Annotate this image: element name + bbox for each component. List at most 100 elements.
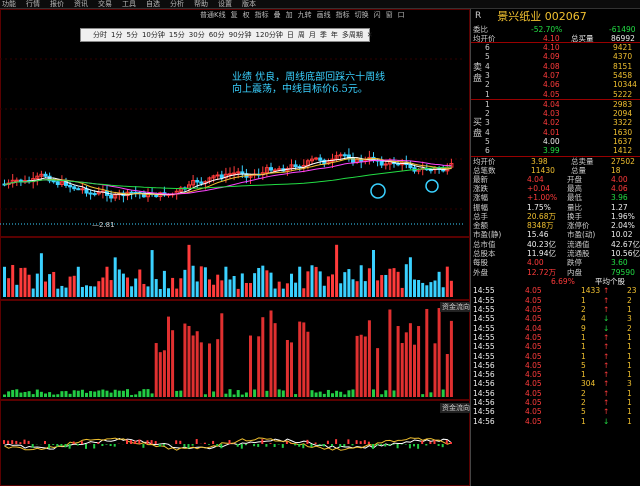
- indicator-bar: [208, 444, 210, 445]
- menu-item[interactable]: 资讯: [74, 0, 88, 8]
- menu-item[interactable]: 帮助: [194, 0, 208, 8]
- candle: [232, 172, 237, 175]
- label: 总量: [571, 165, 586, 175]
- indicator-bar: [380, 444, 383, 446]
- volume-bar: [72, 275, 76, 297]
- volume-bar: [80, 286, 84, 297]
- indicator-bar: [347, 390, 351, 397]
- ask-row: 1 4.05 5222: [471, 90, 640, 99]
- period-option[interactable]: 60分: [209, 30, 225, 40]
- indicator-bar: [433, 343, 437, 397]
- tick-row: 14:55 4.05 1 ↑ 2: [471, 296, 640, 305]
- volume-bar: [290, 273, 293, 297]
- period-selector[interactable]: 分时 1分 5分 10分钟 15分 30分 60分 90分钟 120分钟日周月季年多周期 ✕: [80, 28, 373, 42]
- menu-item[interactable]: 功能: [2, 0, 16, 8]
- indicator-bar: [404, 444, 407, 445]
- period-option[interactable]: 30分: [189, 30, 205, 40]
- period-option[interactable]: 周: [298, 30, 305, 40]
- candle: [72, 186, 77, 190]
- ask-price: 4.07: [543, 70, 560, 80]
- indicator1-title[interactable]: 资金流向: [440, 302, 472, 312]
- menu-item[interactable]: 工具: [122, 0, 136, 8]
- period-option[interactable]: 多周期: [342, 30, 363, 40]
- arrow-down-icon: ↓: [603, 314, 610, 324]
- value: 3.96: [611, 193, 628, 203]
- arrow-up-icon: ↑: [603, 342, 610, 352]
- indicator-bar: [355, 335, 359, 397]
- period-option[interactable]: 120分钟: [256, 30, 283, 40]
- period-option[interactable]: 年: [331, 30, 338, 40]
- indicator-bar: [175, 390, 179, 397]
- indicator-bar: [203, 394, 207, 397]
- mid-row: 总笔数 11430 总量 18: [471, 166, 640, 175]
- period-option[interactable]: 10分钟: [142, 30, 165, 40]
- volume-bar: [294, 282, 298, 297]
- level: 5: [485, 137, 490, 146]
- indicator-bar: [273, 444, 276, 447]
- indicator-bar: [208, 343, 211, 397]
- bid-price: 4.00: [543, 137, 560, 146]
- indicator-bar: [3, 394, 6, 397]
- period-option[interactable]: 月: [309, 30, 316, 40]
- candle: [92, 193, 97, 196]
- candle: [342, 154, 347, 157]
- tick-time: 14:55: [473, 286, 495, 296]
- indicator2-title[interactable]: 资金流向: [440, 403, 472, 413]
- indicator-bar: [306, 439, 309, 444]
- tick-price: 4.05: [525, 370, 542, 380]
- indicator-bar: [318, 444, 321, 446]
- indicator-bar: [7, 440, 10, 444]
- indicator-bar: [240, 394, 244, 397]
- indicator-bar: [212, 440, 215, 444]
- volume-bar: [244, 282, 248, 297]
- menu-item[interactable]: 设置: [218, 0, 232, 8]
- indicator-bar: [89, 391, 93, 397]
- indicator-bar: [154, 343, 158, 397]
- indicator-bar: [85, 444, 87, 449]
- menu-item[interactable]: 交易: [98, 0, 112, 8]
- indicator-bar: [179, 390, 183, 397]
- volume-bar: [347, 269, 351, 297]
- indicator-bar: [113, 389, 117, 397]
- volume-bar: [44, 281, 47, 297]
- value: 4.00: [527, 258, 544, 268]
- bid-row: 6 3.99 1412: [471, 146, 640, 155]
- ask-row: 2 4.06 10344: [471, 80, 640, 89]
- menu-item[interactable]: 分析: [170, 0, 184, 8]
- indicator-bar: [253, 389, 257, 397]
- volume-bar: [117, 269, 121, 297]
- indicator-bar: [294, 394, 298, 397]
- label: 跌停: [567, 258, 582, 268]
- volume-bar: [269, 272, 273, 297]
- ask-price: 4.10: [543, 43, 560, 52]
- period-option[interactable]: 5分: [126, 30, 137, 40]
- indicator-bar: [113, 444, 116, 447]
- indicator-bar: [212, 391, 216, 397]
- period-option[interactable]: 日: [287, 30, 294, 40]
- menu-item[interactable]: 版本: [242, 0, 256, 8]
- volume-bar: [376, 280, 380, 297]
- indicator-bar: [134, 394, 138, 397]
- tick-count: 2: [627, 295, 632, 305]
- period-option[interactable]: 分时: [93, 30, 107, 40]
- candle: [219, 174, 224, 179]
- menu-item[interactable]: 自选: [146, 0, 160, 8]
- value: 18: [611, 165, 621, 175]
- period-option[interactable]: 1分: [111, 30, 122, 40]
- period-option[interactable]: 15分: [169, 30, 185, 40]
- period-option[interactable]: 90分钟: [229, 30, 252, 40]
- tick-row: 14:55 4.05 1433 ↑ 23: [471, 286, 640, 295]
- annotation-line2: 向上震荡，中线目标价6.5元。: [232, 84, 368, 95]
- summary-row: 委比 -52.70% -61490: [471, 25, 640, 34]
- volume-bar: [331, 274, 334, 297]
- menu-item[interactable]: 行情: [26, 0, 40, 8]
- close-icon[interactable]: ✕: [367, 31, 373, 39]
- value: 15.46: [527, 230, 549, 240]
- indicator-bar: [269, 443, 272, 444]
- period-option[interactable]: 季: [320, 30, 327, 40]
- level: 1: [485, 89, 490, 99]
- label: 总股本: [473, 249, 496, 258]
- stat-row: 总股本 11.94亿 流通股 10.56亿: [471, 249, 640, 258]
- label: 总市值: [473, 239, 496, 249]
- menu-item[interactable]: 报价: [50, 0, 64, 8]
